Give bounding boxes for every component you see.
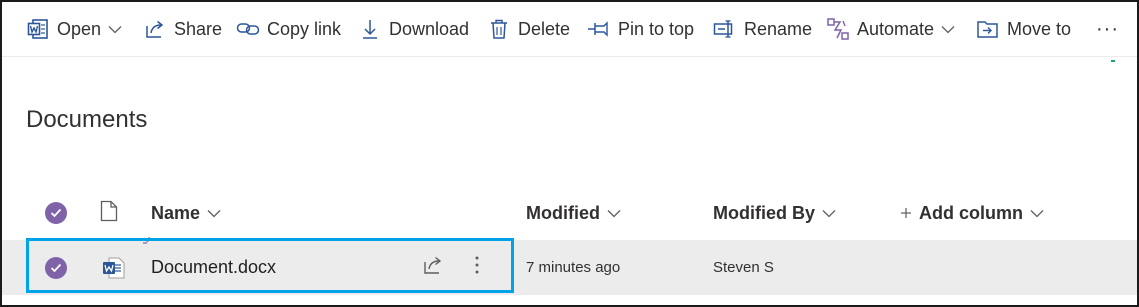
chevron-down-icon bbox=[941, 25, 955, 34]
chevron-down-icon bbox=[822, 209, 836, 218]
page-title: Documents bbox=[26, 106, 148, 133]
flow-icon bbox=[826, 17, 850, 41]
word-document-icon bbox=[102, 240, 126, 295]
chevron-down-icon bbox=[607, 209, 621, 218]
pin-to-top-label: Pin to top bbox=[618, 18, 695, 39]
trash-icon bbox=[487, 17, 511, 41]
more-label: ··· bbox=[1096, 17, 1119, 40]
word-app-icon bbox=[26, 17, 50, 41]
checkmark-icon bbox=[45, 202, 67, 224]
move-to-button[interactable]: Move to bbox=[976, 2, 1071, 56]
share-icon bbox=[143, 17, 167, 41]
vertical-ellipsis-icon bbox=[474, 255, 480, 280]
file-name-link[interactable]: Document.docx bbox=[151, 240, 276, 295]
copy-link-label: Copy link bbox=[267, 18, 342, 39]
row-select-checkbox[interactable] bbox=[45, 240, 67, 295]
modified-by-cell: Steven S bbox=[713, 240, 774, 295]
download-button[interactable]: Download bbox=[358, 2, 469, 56]
copy-link-button[interactable]: Copy link bbox=[236, 2, 341, 56]
chevron-down-icon bbox=[108, 25, 122, 34]
modified-value: 7 minutes ago bbox=[526, 259, 621, 276]
column-modified-by-label: Modified By bbox=[713, 202, 815, 223]
column-header-name[interactable]: Name bbox=[151, 190, 221, 236]
column-header-modified-by[interactable]: Modified By bbox=[713, 190, 836, 236]
automate-label: Automate bbox=[857, 18, 935, 39]
move-to-icon bbox=[976, 17, 1000, 41]
rename-label: Rename bbox=[744, 18, 813, 39]
rename-button[interactable]: Rename bbox=[713, 2, 812, 56]
share-icon bbox=[422, 255, 444, 280]
column-name-label: Name bbox=[151, 202, 201, 223]
command-bar: Open Share Copy link Download Delete Pin… bbox=[2, 2, 1137, 57]
column-header-row: Name Modified Modified By Add column bbox=[2, 190, 1137, 236]
pin-icon bbox=[587, 17, 611, 41]
move-to-label: Move to bbox=[1007, 18, 1072, 39]
chevron-down-icon bbox=[207, 209, 221, 218]
delete-label: Delete bbox=[518, 18, 571, 39]
download-label: Download bbox=[389, 18, 470, 39]
row-share-button[interactable] bbox=[422, 240, 444, 295]
add-column-label: Add column bbox=[919, 202, 1023, 223]
download-icon bbox=[358, 17, 382, 41]
open-label: Open bbox=[57, 18, 102, 39]
add-column-button[interactable]: Add column bbox=[900, 190, 1044, 236]
share-button[interactable]: Share bbox=[143, 2, 222, 56]
share-label: Share bbox=[174, 18, 223, 39]
plus-icon bbox=[900, 207, 912, 219]
delete-button[interactable]: Delete bbox=[487, 2, 570, 56]
select-all-checkbox[interactable] bbox=[45, 190, 67, 236]
automate-button[interactable]: Automate bbox=[826, 2, 955, 56]
chevron-down-icon bbox=[1030, 209, 1044, 218]
pin-to-top-button[interactable]: Pin to top bbox=[587, 2, 694, 56]
rename-icon bbox=[713, 17, 737, 41]
divider-accent bbox=[1111, 60, 1115, 62]
file-type-header[interactable] bbox=[100, 190, 118, 236]
column-header-modified[interactable]: Modified bbox=[526, 190, 621, 236]
modified-by-value: Steven S bbox=[713, 259, 774, 276]
more-options-button[interactable]: ··· bbox=[1096, 2, 1119, 56]
open-button[interactable]: Open bbox=[26, 2, 122, 56]
table-row[interactable]: Document.docx 7 minutes ago Steven S bbox=[2, 237, 1137, 295]
link-icon bbox=[236, 17, 260, 41]
column-modified-label: Modified bbox=[526, 202, 600, 223]
file-name: Document.docx bbox=[151, 257, 277, 277]
modified-cell: 7 minutes ago bbox=[526, 240, 620, 295]
document-icon bbox=[100, 200, 118, 227]
checkmark-icon bbox=[45, 256, 67, 279]
row-more-actions-button[interactable] bbox=[474, 240, 480, 295]
